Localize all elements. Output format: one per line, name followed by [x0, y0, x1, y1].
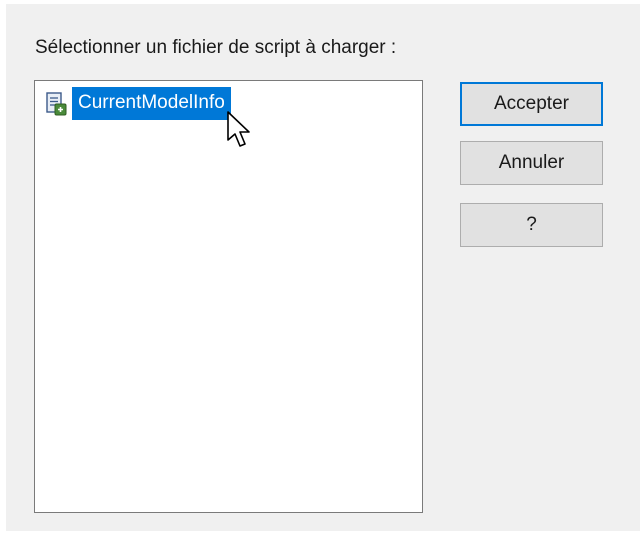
list-item[interactable]: CurrentModelInfo: [44, 87, 231, 120]
cancel-button[interactable]: Annuler: [460, 141, 603, 185]
script-file-icon: [46, 91, 67, 115]
help-button[interactable]: ?: [460, 203, 603, 247]
accept-button[interactable]: Accepter: [460, 82, 603, 126]
mouse-pointer-icon: [227, 111, 250, 147]
script-load-dialog: Sélectionner un fichier de script à char…: [6, 4, 640, 531]
prompt-label: Sélectionner un fichier de script à char…: [35, 37, 397, 58]
list-item-label: CurrentModelInfo: [72, 87, 231, 120]
